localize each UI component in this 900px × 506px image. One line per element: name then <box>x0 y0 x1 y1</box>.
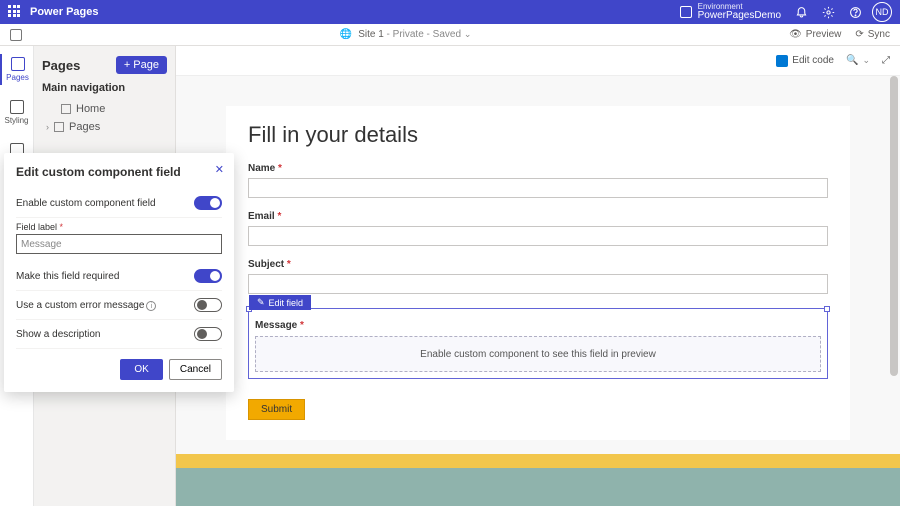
home-page-icon <box>61 104 71 114</box>
help-icon[interactable] <box>849 6 862 19</box>
eye-icon: 👁 <box>789 29 802 40</box>
sidebar-title: Pages <box>42 58 80 73</box>
site-name[interactable]: Site 1 - Private - Saved ⌄ <box>358 29 471 40</box>
custom-error-toggle[interactable] <box>194 298 222 312</box>
sync-icon: ⟳ <box>855 29 863 40</box>
waffle-icon[interactable] <box>8 5 22 19</box>
label-message: Message * <box>255 320 304 331</box>
environment-icon <box>680 6 692 18</box>
nav-home[interactable]: Home <box>42 100 167 118</box>
label-subject: Subject * <box>248 259 291 270</box>
home-icon[interactable] <box>10 29 22 41</box>
vscode-icon <box>776 55 788 67</box>
environment-name: PowerPagesDemo <box>698 11 781 22</box>
plus-icon: + <box>124 59 130 71</box>
environment-picker[interactable]: Environment PowerPagesDemo <box>680 3 781 22</box>
info-icon[interactable]: i <box>146 301 156 311</box>
close-icon[interactable]: ✕ <box>215 163 224 176</box>
scrollbar[interactable] <box>890 46 898 506</box>
show-desc-toggle[interactable] <box>194 327 222 341</box>
enable-label: Enable custom component field <box>16 198 156 209</box>
edit-code-button[interactable]: Edit code <box>776 55 834 67</box>
form-heading: Fill in your details <box>248 122 828 148</box>
label-name: Name * <box>248 163 282 174</box>
sync-button[interactable]: ⟳Sync <box>855 29 890 40</box>
edit-field-button[interactable]: ✎Edit field <box>249 295 311 310</box>
field-label-label: Field label * <box>16 222 222 232</box>
site-globe-icon: 🌐 <box>340 29 352 40</box>
ok-button[interactable]: OK <box>120 359 162 380</box>
environment-label: Environment <box>698 3 781 11</box>
cancel-button[interactable]: Cancel <box>169 359 222 380</box>
brand-title: Power Pages <box>30 6 98 18</box>
message-placeholder: Enable custom component to see this fiel… <box>255 336 821 372</box>
footer-accent-bar <box>176 454 900 468</box>
input-email[interactable] <box>248 226 828 246</box>
expand-button[interactable]: ⤢ <box>882 55 890 66</box>
nav-pages[interactable]: ›Pages <box>42 118 167 136</box>
required-label: Make this field required <box>16 271 119 282</box>
enable-toggle[interactable] <box>194 196 222 210</box>
edit-field-modal: ✕ Edit custom component field Enable cus… <box>4 153 234 392</box>
rail-styling[interactable]: Styling <box>0 97 33 128</box>
styling-icon <box>10 100 24 114</box>
preview-button[interactable]: 👁Preview <box>789 29 841 40</box>
input-name[interactable] <box>248 178 828 198</box>
submit-button[interactable]: Submit <box>248 399 305 420</box>
rail-pages[interactable]: Pages <box>0 54 33 85</box>
required-toggle[interactable] <box>194 269 222 283</box>
notifications-icon[interactable] <box>795 6 808 19</box>
modal-title: Edit custom component field <box>16 165 222 179</box>
chevron-right-icon: › <box>46 122 49 132</box>
add-page-button[interactable]: +Page <box>116 56 167 74</box>
label-email: Email * <box>248 211 281 222</box>
settings-icon[interactable] <box>822 6 835 19</box>
expand-icon: ⤢ <box>882 55 890 66</box>
show-desc-label: Show a description <box>16 329 101 340</box>
page-icon <box>54 122 64 132</box>
user-avatar[interactable]: ND <box>872 2 892 22</box>
zoom-button[interactable]: 🔍⌄ <box>846 55 870 66</box>
pencil-icon: ✎ <box>257 297 265 308</box>
nav-section-title: Main navigation <box>42 82 167 94</box>
custom-error-label: Use a custom error messagei <box>16 300 156 311</box>
zoom-icon: 🔍 <box>846 55 858 66</box>
field-label-input[interactable] <box>16 234 222 254</box>
input-subject[interactable] <box>248 274 828 294</box>
footer-band <box>176 468 900 506</box>
pages-icon <box>11 57 25 71</box>
